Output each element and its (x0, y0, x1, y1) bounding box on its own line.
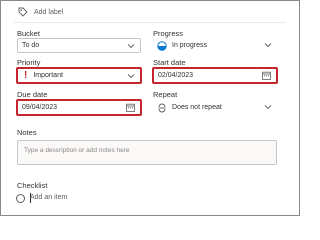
add-label-text: Add label (34, 8, 64, 16)
notes-label: Notes (17, 128, 37, 137)
header-divider (14, 22, 286, 23)
priority-value: Important (33, 72, 63, 79)
half-circle-progress-icon (157, 40, 167, 51)
start-date-field[interactable]: 02/04/2023 (152, 67, 278, 84)
tag-icon (18, 7, 28, 17)
calendar-icon[interactable] (262, 71, 271, 80)
chevron-down-icon (127, 74, 135, 79)
due-date-value: 09/04/2023 (22, 104, 58, 111)
checklist-label: Checklist (17, 181, 48, 190)
repeat-value: Does not repeat (172, 104, 222, 111)
start-date-label: Start date (153, 58, 186, 67)
progress-value: In progress (172, 42, 208, 49)
due-date-field[interactable]: 09/04/2023 (16, 99, 142, 116)
priority-label: Priority (17, 58, 41, 67)
checklist-checkbox[interactable] (16, 194, 25, 203)
repeat-dropdown[interactable]: Does not repeat (153, 100, 277, 115)
repeat-icon (158, 103, 166, 112)
calendar-icon[interactable] (126, 103, 135, 112)
chevron-down-icon (127, 44, 135, 49)
chevron-down-icon (264, 105, 272, 110)
notes-placeholder: Type a description or add notes here (24, 147, 130, 154)
exclamation-icon: ! (24, 70, 28, 81)
due-date-label: Due date (17, 90, 48, 99)
repeat-label: Repeat (153, 90, 178, 99)
bucket-value: To do (22, 42, 40, 49)
bucket-dropdown[interactable]: To do (17, 38, 141, 53)
chevron-down-icon (264, 43, 272, 48)
start-date-value: 02/04/2023 (158, 72, 194, 79)
notes-textarea[interactable]: Type a description or add notes here (17, 140, 277, 165)
priority-dropdown[interactable]: ! Important (16, 67, 142, 84)
bucket-label: Bucket (17, 29, 40, 38)
add-label-button[interactable]: Add label (18, 5, 63, 19)
progress-label: Progress (153, 29, 184, 38)
add-checklist-item-input[interactable]: Add an item (30, 194, 67, 201)
progress-dropdown[interactable]: In progress (153, 38, 277, 53)
